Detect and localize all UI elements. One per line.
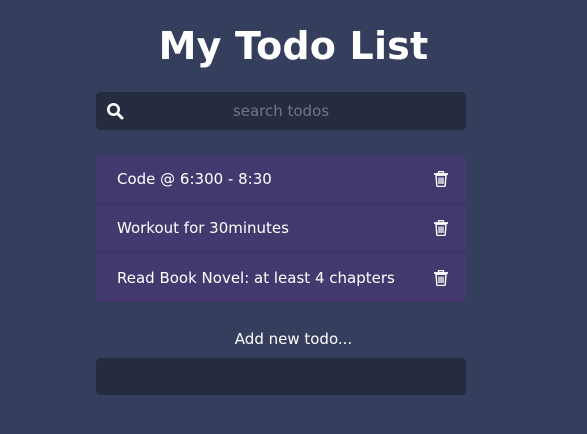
- add-todo-input[interactable]: [96, 358, 466, 395]
- trash-icon[interactable]: [434, 220, 448, 236]
- page-title: My Todo List: [158, 24, 429, 68]
- todo-list: Code @ 6:300 - 8:30 Workout for 30minute…: [96, 155, 466, 302]
- trash-icon[interactable]: [434, 269, 448, 286]
- todo-item: Code @ 6:300 - 8:30: [96, 155, 466, 204]
- todo-text: Read Book Novel: at least 4 chapters: [117, 268, 395, 287]
- add-todo-label: Add new todo...: [234, 330, 353, 348]
- search-box: [96, 92, 466, 130]
- todo-item: Read Book Novel: at least 4 chapters: [96, 253, 466, 302]
- todo-text: Code @ 6:300 - 8:30: [117, 170, 272, 188]
- search-input[interactable]: [96, 92, 466, 130]
- todo-item: Workout for 30minutes: [96, 204, 466, 253]
- todo-text: Workout for 30minutes: [117, 219, 289, 237]
- trash-icon[interactable]: [434, 171, 448, 187]
